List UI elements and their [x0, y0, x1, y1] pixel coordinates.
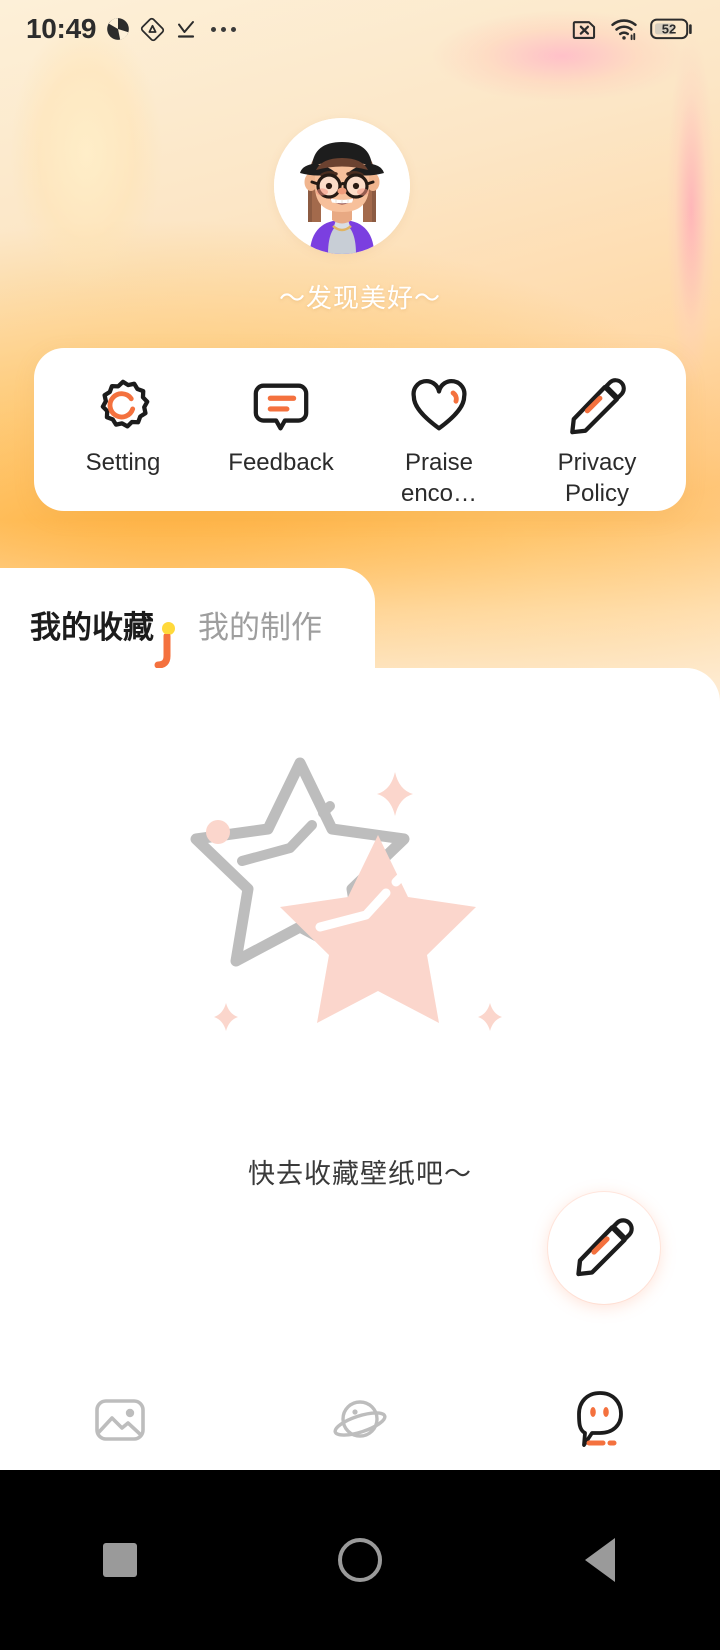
download-check-icon [178, 21, 195, 38]
avatar-image [274, 118, 410, 254]
tab-label: 我的收藏 [30, 609, 154, 645]
planet-icon [333, 1400, 387, 1438]
home-circle-icon [338, 1538, 382, 1582]
heart-icon [411, 378, 467, 431]
menu-item-label: Setting [85, 449, 161, 476]
home-button[interactable] [280, 1538, 440, 1582]
battery-icon: 52 [650, 18, 692, 40]
sim-disabled-icon [572, 20, 596, 39]
nav-item-discover[interactable] [260, 1392, 460, 1448]
status-bar-right: 52 [571, 15, 694, 43]
back-button[interactable] [520, 1538, 680, 1582]
tab-my-creations[interactable]: 我的制作 [198, 612, 322, 643]
status-bar: 10:49 52 [0, 0, 720, 58]
phone-screen: 10:49 52 〜发现美好〜 Setting Feedback Praise … [0, 0, 720, 1650]
menu-item-label: Privacy Policy [557, 449, 637, 507]
profile-nickname: 〜发现美好〜 [278, 283, 441, 313]
nav-item-profile[interactable] [500, 1389, 700, 1451]
avatar[interactable] [274, 118, 410, 254]
pencil-icon [570, 378, 626, 435]
android-system-nav-bar [0, 1470, 720, 1650]
profile-menu-card: Setting Feedback Praise enco… Privacy Po… [34, 348, 686, 511]
triangle-drop-icon [141, 17, 165, 41]
nav-item-wallpapers[interactable] [20, 1392, 220, 1448]
gear-icon [100, 379, 150, 429]
tab-label: 我的制作 [198, 609, 322, 645]
battery-level-text: 52 [662, 21, 676, 36]
wifi-icon [611, 19, 637, 41]
bottom-navigation-bar [0, 1370, 720, 1470]
menu-item-praise[interactable]: Praise enco… [364, 376, 514, 509]
shutter-icon [107, 18, 129, 40]
tab-bar: 我的收藏 我的制作 [0, 594, 420, 668]
face-profile-icon [577, 1391, 623, 1447]
pencil-icon [576, 1218, 634, 1277]
menu-item-label: Feedback [228, 449, 334, 476]
status-bar-left: 10:49 [26, 13, 237, 45]
chat-bubble-icon [253, 383, 309, 431]
edit-fab-button[interactable] [548, 1192, 660, 1304]
tab-active-swoosh-icon [154, 633, 171, 668]
recents-square-icon [103, 1543, 137, 1577]
recents-button[interactable] [40, 1543, 200, 1577]
image-icon [95, 1399, 145, 1441]
menu-item-label: Praise enco… [400, 449, 478, 507]
back-triangle-icon [585, 1538, 615, 1582]
tab-my-favorites[interactable]: 我的收藏 [30, 609, 175, 668]
empty-state-message: 快去收藏壁纸吧〜 [248, 1159, 472, 1189]
status-clock: 10:49 [26, 13, 97, 44]
star-empty-illustration [190, 757, 502, 1031]
menu-item-feedback[interactable]: Feedback [206, 376, 356, 479]
menu-item-privacy-policy[interactable]: Privacy Policy [522, 376, 672, 509]
menu-item-setting[interactable]: Setting [48, 376, 198, 479]
more-dots-icon [211, 26, 237, 32]
